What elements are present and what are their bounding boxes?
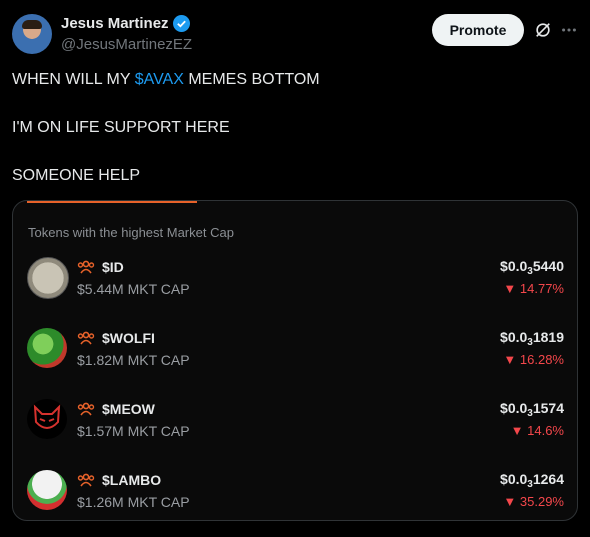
token-change: ▼ 35.29% xyxy=(503,494,564,509)
verified-badge-icon xyxy=(172,15,190,32)
token-symbol: $LAMBO xyxy=(102,472,162,488)
token-row[interactable]: $WOLFI $1.82M MKT CAP $0.031819 ▼ 16.28% xyxy=(13,326,577,370)
tweet-line-2: I'M ON LIFE SUPPORT HERE xyxy=(12,119,230,136)
community-icon xyxy=(77,402,95,416)
token-card[interactable]: Tokens with the highest Market Cap $ID $… xyxy=(12,200,578,521)
tweet-line-1: WHEN WILL MY $AVAX MEMES BOTTOM xyxy=(12,71,320,88)
token-logo xyxy=(27,328,67,368)
token-row[interactable]: $ID $5.44M MKT CAP $0.035440 ▼ 14.77% xyxy=(13,255,577,299)
community-icon xyxy=(77,260,95,274)
author-name[interactable]: Jesus Martinez xyxy=(61,15,169,32)
card-title: Tokens with the highest Market Cap xyxy=(28,225,234,240)
token-row[interactable]: $MEOW $1.57M MKT CAP $0.031574 ▼ 14.6% xyxy=(13,397,577,441)
token-change: ▼ 14.6% xyxy=(510,423,564,438)
token-row[interactable]: $LAMBO $1.26M MKT CAP $0.031264 ▼ 35.29% xyxy=(13,468,577,512)
token-price: $0.031574 xyxy=(500,400,564,419)
token-symbol: $MEOW xyxy=(102,401,155,417)
tweet-line-3: SOMEONE HELP xyxy=(12,167,141,184)
author-handle[interactable]: @JesusMartinezEZ xyxy=(61,36,192,53)
community-icon xyxy=(77,331,95,345)
token-market-cap: $1.57M MKT CAP xyxy=(77,423,190,439)
token-market-cap: $1.26M MKT CAP xyxy=(77,494,190,510)
author-avatar[interactable] xyxy=(12,14,52,54)
promote-button[interactable]: Promote xyxy=(432,14,524,46)
token-logo xyxy=(27,399,67,439)
token-change: ▼ 14.77% xyxy=(503,281,564,296)
grok-icon[interactable] xyxy=(534,21,552,39)
token-logo xyxy=(27,257,69,299)
token-logo xyxy=(27,470,67,510)
card-accent-bar xyxy=(27,201,197,203)
token-change: ▼ 16.28% xyxy=(503,352,564,367)
more-options-icon[interactable] xyxy=(560,21,578,39)
cashtag-link[interactable]: $AVAX xyxy=(135,71,184,88)
token-price: $0.035440 xyxy=(500,258,564,277)
token-market-cap: $1.82M MKT CAP xyxy=(77,352,190,368)
author-name-row[interactable]: Jesus Martinez xyxy=(61,15,190,32)
token-symbol: $ID xyxy=(102,259,124,275)
token-price: $0.031264 xyxy=(500,471,564,490)
community-icon xyxy=(77,473,95,487)
cat-logo-icon xyxy=(33,404,61,429)
token-price: $0.031819 xyxy=(500,329,564,348)
token-symbol: $WOLFI xyxy=(102,330,155,346)
token-market-cap: $5.44M MKT CAP xyxy=(77,281,190,297)
